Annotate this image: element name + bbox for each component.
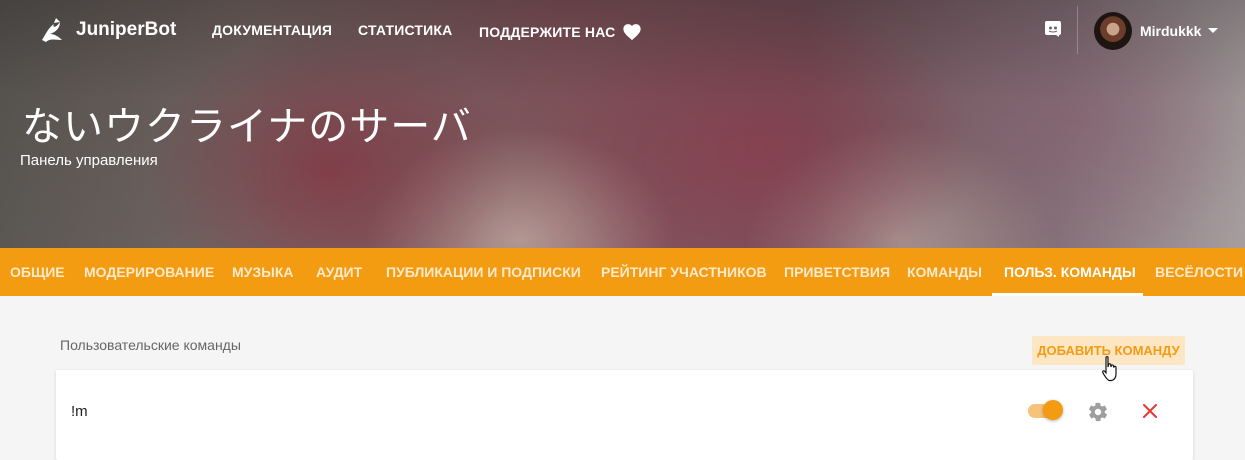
server-subtitle: Панель управления xyxy=(20,152,158,169)
username[interactable]: Mirdukkk xyxy=(1140,23,1201,39)
section-title: Пользовательские команды xyxy=(60,337,241,353)
nav-stats-link[interactable]: СТАТИСТИКА xyxy=(358,22,453,38)
caret-down-icon[interactable] xyxy=(1208,28,1218,33)
nav-support-label: ПОДДЕРЖИТЕ НАС xyxy=(479,23,616,40)
tab-welcome[interactable]: ПРИВЕТСТВИЯ xyxy=(784,248,890,296)
heart-icon xyxy=(623,24,642,41)
server-title: ないウクライナのサーバ xyxy=(22,104,472,150)
nav-support-link[interactable]: ПОДДЕРЖИТЕ НАС xyxy=(479,22,643,41)
pointer-cursor-icon xyxy=(1102,356,1117,382)
tab-custom-commands[interactable]: ПОЛЬЗ. КОМАНДЫ xyxy=(1004,248,1136,296)
tab-commands[interactable]: КОМАНДЫ xyxy=(907,248,982,296)
command-enabled-toggle[interactable] xyxy=(1028,400,1063,420)
close-icon[interactable] xyxy=(1142,403,1158,419)
tab-general[interactable]: ОБЩИЕ xyxy=(10,248,65,296)
avatar[interactable] xyxy=(1094,12,1132,50)
tab-fun[interactable]: ВЕСЁЛОСТИ xyxy=(1155,248,1243,296)
command-card: !m xyxy=(56,370,1193,460)
nav-docs-link[interactable]: ДОКУМЕНТАЦИЯ xyxy=(212,22,332,38)
juniper-logo-icon xyxy=(42,18,62,42)
gear-icon[interactable] xyxy=(1087,401,1109,423)
active-tab-indicator xyxy=(992,293,1143,296)
tab-music[interactable]: МУЗЫКА xyxy=(232,248,294,296)
command-name[interactable]: !m xyxy=(71,403,88,420)
tabs-bar: ОБЩИЕ МОДЕРИРОВАНИЕ МУЗЫКА АУДИТ ПУБЛИКА… xyxy=(0,248,1245,296)
tab-ranking[interactable]: РЕЙТИНГ УЧАСТНИКОВ xyxy=(601,248,767,296)
tab-audit[interactable]: АУДИТ xyxy=(316,248,362,296)
top-navbar: JuniperBot ДОКУМЕНТАЦИЯ СТАТИСТИКА ПОДДЕ… xyxy=(0,0,1245,60)
navbar-divider xyxy=(1077,6,1078,54)
brand-name: JuniperBot xyxy=(76,19,177,40)
toggle-knob xyxy=(1043,400,1063,420)
brand-logo[interactable]: JuniperBot xyxy=(36,14,176,46)
tab-publications[interactable]: ПУБЛИКАЦИИ И ПОДПИСКИ xyxy=(386,248,581,296)
tab-moderation[interactable]: МОДЕРИРОВАНИЕ xyxy=(84,248,214,296)
discord-icon[interactable] xyxy=(1044,21,1062,37)
